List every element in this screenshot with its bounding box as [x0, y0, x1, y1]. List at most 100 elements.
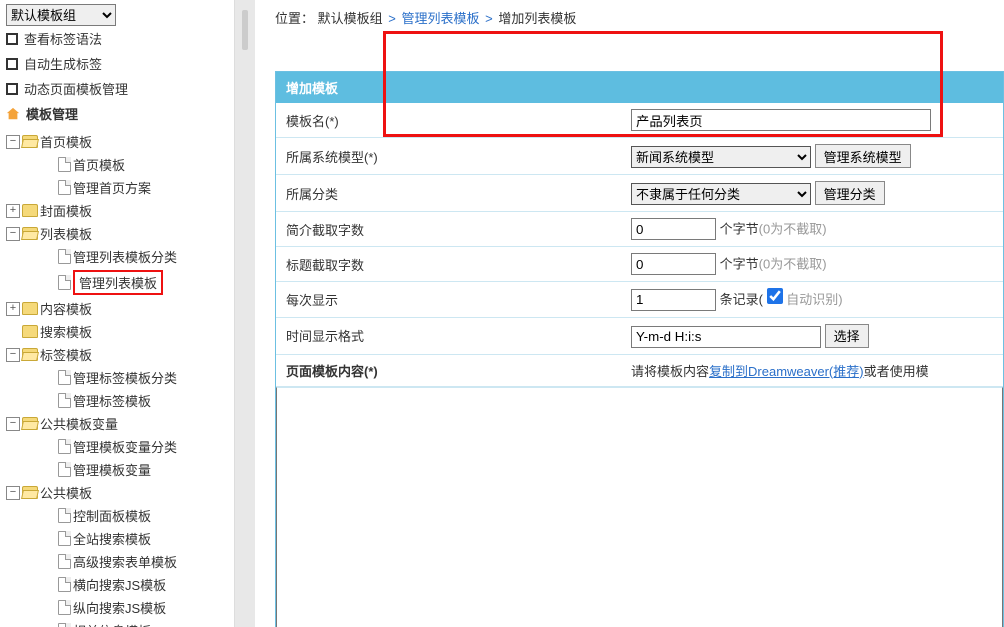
- tree-line-icon: [42, 578, 56, 592]
- field-label: 标题截取字数: [276, 247, 621, 282]
- row-intro-chars: 简介截取字数 个字节(0为不截取): [276, 212, 1003, 247]
- tree-node-list[interactable]: − 列表模板: [6, 222, 234, 245]
- tree-leaf-home-scheme[interactable]: 管理首页方案: [6, 176, 234, 199]
- tree-label: 管理标签模板: [73, 391, 151, 410]
- tree-leaf-pub-advsearch[interactable]: 高级搜索表单模板: [6, 550, 234, 573]
- collapse-icon[interactable]: −: [6, 348, 20, 362]
- file-icon: [58, 600, 71, 615]
- folder-icon: [22, 325, 38, 338]
- square-icon: [6, 33, 18, 45]
- tree-leaf-pubvar-category[interactable]: 管理模板变量分类: [6, 435, 234, 458]
- dreamweaver-link[interactable]: 复制到Dreamweaver(推荐): [709, 364, 864, 379]
- auto-detect-checkbox[interactable]: [767, 288, 783, 304]
- folder-icon: [22, 486, 38, 499]
- row-editor: [276, 386, 1003, 627]
- folder-icon: [22, 227, 38, 240]
- tree-leaf-tag-category[interactable]: 管理标签模板分类: [6, 366, 234, 389]
- tree-leaf-pub-hjs[interactable]: 横向搜索JS模板: [6, 573, 234, 596]
- system-model-select[interactable]: 新闻系统模型: [631, 146, 811, 168]
- tree-leaf-pub-vjs[interactable]: 纵向搜索JS模板: [6, 596, 234, 619]
- field-label: 每次显示: [276, 282, 621, 318]
- expand-icon[interactable]: +: [6, 204, 20, 218]
- tree-leaf-pub-sitesearch[interactable]: 全站搜索模板: [6, 527, 234, 550]
- choose-time-format-button[interactable]: 选择: [825, 324, 869, 348]
- tree-node-content[interactable]: + 内容模板: [6, 297, 234, 320]
- view-tag-syntax[interactable]: 查看标签语法: [6, 26, 234, 51]
- intro-chars-input[interactable]: [631, 218, 716, 240]
- tree-line-icon: [42, 624, 56, 627]
- field-hint: 请将模板内容: [631, 364, 709, 379]
- template-group-select[interactable]: 默认模板组: [6, 4, 116, 26]
- field-hint: (0为不截取): [759, 222, 827, 237]
- tree-leaf-home-template[interactable]: 首页模板: [6, 153, 234, 176]
- tree-line-icon: [42, 440, 56, 454]
- perpage-input[interactable]: [631, 289, 716, 311]
- field-hint: 或者使用模: [864, 364, 929, 379]
- tree-label: 纵向搜索JS模板: [73, 598, 166, 617]
- file-icon: [58, 370, 71, 385]
- file-icon: [58, 157, 71, 172]
- breadcrumb-link-list[interactable]: 管理列表模板: [402, 11, 480, 26]
- square-icon: [6, 83, 18, 95]
- breadcrumb-prefix: 位置：: [275, 11, 314, 26]
- auto-generate-tags[interactable]: 自动生成标签: [6, 51, 234, 76]
- expand-icon[interactable]: +: [6, 302, 20, 316]
- tree-leaf-tag-manage[interactable]: 管理标签模板: [6, 389, 234, 412]
- collapse-icon[interactable]: −: [6, 486, 20, 500]
- tree-line-icon: [42, 276, 56, 290]
- tree-node-pubvar[interactable]: − 公共模板变量: [6, 412, 234, 435]
- tree-leaf-pub-control[interactable]: 控制面板模板: [6, 504, 234, 527]
- panel-title: 增加模板: [276, 72, 1003, 103]
- label: 动态页面模板管理: [24, 79, 128, 98]
- tree-line-icon: [42, 181, 56, 195]
- template-content-editor[interactable]: [276, 387, 1003, 627]
- template-management-heading: 模板管理: [6, 101, 234, 126]
- folder-icon: [22, 204, 38, 217]
- time-format-input[interactable]: [631, 326, 821, 348]
- tree-label: 管理模板变量分类: [73, 437, 177, 456]
- tree-leaf-pubvar-manage[interactable]: 管理模板变量: [6, 458, 234, 481]
- breadcrumb-sep: >: [483, 11, 495, 26]
- splitter[interactable]: [235, 0, 255, 627]
- file-icon: [58, 275, 71, 290]
- tree-node-cover[interactable]: + 封面模板: [6, 199, 234, 222]
- template-name-input[interactable]: [631, 109, 931, 131]
- folder-icon: [22, 417, 38, 430]
- file-icon: [58, 462, 71, 477]
- dynamic-page-template-mgmt[interactable]: 动态页面模板管理: [6, 76, 234, 101]
- tree-line-icon: [42, 509, 56, 523]
- collapse-icon[interactable]: −: [6, 135, 20, 149]
- file-icon: [58, 554, 71, 569]
- row-perpage: 每次显示 条记录( 自动识别): [276, 282, 1003, 318]
- collapse-icon[interactable]: −: [6, 227, 20, 241]
- tree-leaf-pub-related[interactable]: 相关信息模板: [6, 619, 234, 627]
- tree-leaf-list-category[interactable]: 管理列表模板分类: [6, 245, 234, 268]
- category-select[interactable]: 不隶属于任何分类: [631, 183, 811, 205]
- label: 模板管理: [26, 104, 78, 123]
- tree-line-icon: [42, 601, 56, 615]
- tree-node-home[interactable]: − 首页模板: [6, 130, 234, 153]
- manage-system-model-button[interactable]: 管理系统模型: [815, 144, 911, 168]
- sidebar: 默认模板组 查看标签语法 自动生成标签 动态页面模板管理 模板管理 − 首页模板: [0, 0, 235, 627]
- file-icon: [58, 249, 71, 264]
- manage-category-button[interactable]: 管理分类: [815, 181, 885, 205]
- tree-label: 首页模板: [40, 132, 92, 151]
- tree-label: 搜索模板: [40, 322, 92, 341]
- tree-leaf-list-manage[interactable]: 管理列表模板: [6, 268, 234, 297]
- tree-node-search[interactable]: 搜索模板: [6, 320, 234, 343]
- tree-node-tag[interactable]: − 标签模板: [6, 343, 234, 366]
- tree-node-pub[interactable]: − 公共模板: [6, 481, 234, 504]
- field-label: 页面模板内容(*): [286, 364, 378, 379]
- tree-line-icon: [42, 555, 56, 569]
- row-template-name: 模板名(*): [276, 103, 1003, 138]
- field-label: 简介截取字数: [276, 212, 621, 247]
- title-chars-input[interactable]: [631, 253, 716, 275]
- collapse-icon[interactable]: −: [6, 417, 20, 431]
- square-icon: [6, 58, 18, 70]
- field-label: 所属分类: [276, 175, 621, 212]
- tree-label: 公共模板变量: [40, 414, 118, 433]
- tree-line-icon: [6, 325, 20, 339]
- field-suffix: 个字节: [720, 222, 759, 237]
- home-icon: [6, 107, 20, 121]
- tree-label: 控制面板模板: [73, 506, 151, 525]
